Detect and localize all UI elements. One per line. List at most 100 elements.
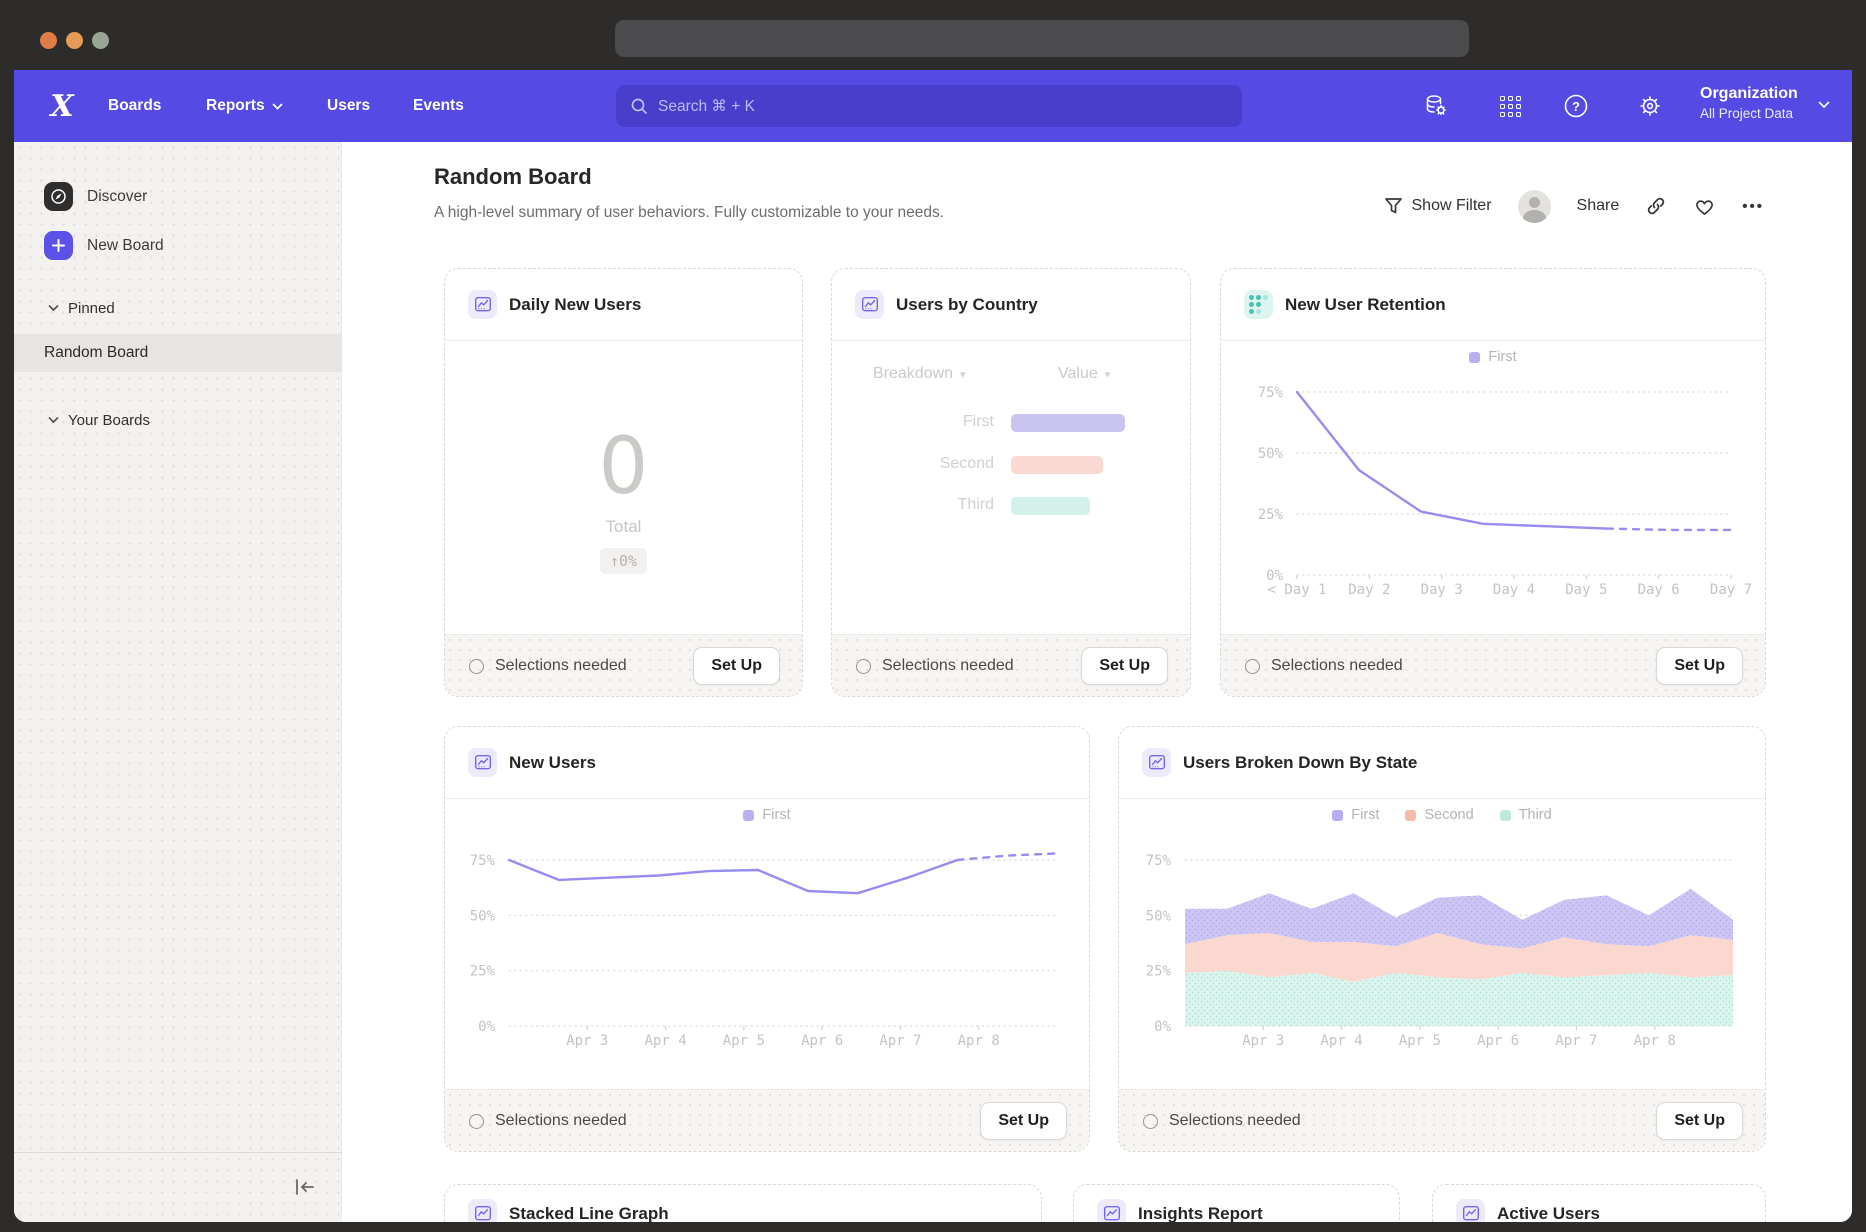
svg-text:< Day 1: < Day 1	[1267, 582, 1326, 598]
card-footer: Selections needed Set Up	[445, 1089, 1089, 1151]
share-label: Share	[1577, 197, 1620, 215]
svg-text:75%: 75%	[470, 853, 496, 869]
mixpanel-logo-icon[interactable]: X	[44, 87, 80, 125]
line-chart-svg: 75%50%25%0%< Day 1Day 2Day 3Day 4Day 5Da…	[1221, 341, 1765, 636]
nav-item-label: Boards	[108, 97, 161, 115]
traffic-light-close[interactable]	[40, 32, 57, 49]
status-circle-icon	[856, 659, 871, 674]
line-chart-icon	[1456, 1199, 1485, 1222]
card-active-users[interactable]: Active Users	[1432, 1184, 1766, 1222]
legend-swatch	[743, 810, 754, 821]
nav-item-boards[interactable]: Boards	[108, 70, 161, 142]
sidebar-item-new-board[interactable]: New Board	[44, 231, 164, 260]
traffic-light-minimize[interactable]	[66, 32, 83, 49]
chevron-down-icon	[48, 305, 59, 312]
sidebar-section-pinned[interactable]: Pinned	[48, 300, 115, 317]
show-filter-button[interactable]: Show Filter	[1384, 197, 1492, 215]
svg-text:?: ?	[1572, 99, 1580, 114]
traffic-light-zoom[interactable]	[92, 32, 109, 49]
svg-text:Day 5: Day 5	[1565, 582, 1607, 598]
card-users-by-country[interactable]: Users by Country Breakdown ▾ Value ▾ Fir…	[831, 268, 1191, 697]
svg-text:Apr 4: Apr 4	[644, 1033, 686, 1049]
card-footer: Selections needed Set Up	[445, 634, 802, 696]
card-new-user-retention[interactable]: New User Retention 75%50%25%0%< Day 1Day…	[1220, 268, 1766, 697]
bar-label: Second	[832, 455, 994, 473]
sidebar-item-label: Discover	[87, 188, 147, 206]
card-daily-new-users[interactable]: Daily New Users 0 Total ↑0% Selections n…	[444, 268, 803, 697]
nav-item-reports[interactable]: Reports	[206, 70, 283, 142]
breakdown-dropdown[interactable]: Breakdown ▾	[873, 365, 966, 383]
set-up-button[interactable]: Set Up	[980, 1102, 1067, 1140]
set-up-button[interactable]: Set Up	[1081, 647, 1168, 685]
svg-text:50%: 50%	[470, 908, 496, 924]
sidebar: Discover New Board Pinned Random Board Y…	[14, 142, 342, 1222]
help-icon[interactable]: ?	[1562, 92, 1590, 120]
sidebar-item-label: Random Board	[44, 344, 148, 362]
retention-chart: 75%50%25%0%< Day 1Day 2Day 3Day 4Day 5Da…	[1221, 341, 1765, 636]
card-title: New User Retention	[1285, 269, 1446, 340]
card-title: Daily New Users	[509, 269, 641, 340]
org-switcher[interactable]: Organization All Project Data	[1700, 83, 1830, 123]
divider	[832, 340, 1190, 341]
apps-grid-icon[interactable]	[1496, 92, 1524, 120]
line-chart-icon	[855, 290, 884, 319]
legend-swatch	[1332, 810, 1343, 821]
svg-text:25%: 25%	[1258, 507, 1284, 523]
card-title: Users by Country	[896, 269, 1038, 340]
retention-dots-icon	[1244, 290, 1273, 319]
nav-item-events[interactable]: Events	[413, 70, 464, 142]
bar	[1011, 414, 1125, 432]
favorite-heart-icon[interactable]	[1693, 196, 1716, 217]
svg-text:Apr 8: Apr 8	[958, 1033, 1000, 1049]
search-input[interactable]: Search ⌘ + K	[616, 85, 1242, 127]
top-navbar: X Boards Reports Users Events Search ⌘ +…	[14, 70, 1852, 142]
country-bar-row: Second	[832, 456, 1190, 474]
status-circle-icon	[469, 1114, 484, 1129]
svg-text:0%: 0%	[1154, 1019, 1171, 1035]
page-subtitle: A high-level summary of user behaviors. …	[434, 204, 944, 222]
card-new-users[interactable]: New Users 75%50%25%0%Apr 3Apr 4Apr 5Apr …	[444, 726, 1090, 1152]
app-window: X Boards Reports Users Events Search ⌘ +…	[14, 70, 1852, 1222]
status-circle-icon	[1245, 659, 1260, 674]
set-up-button[interactable]: Set Up	[693, 647, 780, 685]
status-label: Selections needed	[882, 657, 1014, 675]
sidebar-item-random-board[interactable]: Random Board	[14, 334, 342, 372]
line-chart-icon	[468, 748, 497, 777]
org-name: Organization	[1700, 83, 1830, 105]
copy-link-icon[interactable]	[1645, 195, 1667, 217]
svg-text:Apr 5: Apr 5	[1399, 1033, 1441, 1049]
set-up-button[interactable]: Set Up	[1656, 1102, 1743, 1140]
avatar[interactable]	[1518, 190, 1551, 223]
card-users-by-state[interactable]: Users Broken Down By State 75%50%25%0%Ap…	[1118, 726, 1766, 1152]
data-management-icon[interactable]	[1422, 92, 1450, 120]
sidebar-item-discover[interactable]: Discover	[44, 182, 147, 211]
settings-gear-icon[interactable]	[1636, 92, 1664, 120]
legend-label: Second	[1424, 807, 1473, 823]
svg-text:25%: 25%	[470, 964, 496, 980]
browser-url-bar[interactable]	[615, 20, 1469, 57]
card-insights-report[interactable]: Insights Report	[1073, 1184, 1400, 1222]
svg-text:Apr 5: Apr 5	[723, 1033, 765, 1049]
more-options-button[interactable]: •••	[1742, 198, 1764, 215]
status-label: Selections needed	[1271, 657, 1403, 675]
nav-item-users[interactable]: Users	[327, 70, 370, 142]
card-footer: Selections needed Set Up	[1221, 634, 1765, 696]
legend-label: First	[1488, 349, 1516, 365]
dropdown-label: Breakdown	[873, 365, 953, 383]
card-title: Stacked Line Graph	[509, 1185, 669, 1222]
legend-item: Second	[1405, 807, 1473, 823]
line-chart-svg: 75%50%25%0%Apr 3Apr 4Apr 5Apr 6Apr 7Apr …	[445, 799, 1089, 1091]
value-dropdown[interactable]: Value ▾	[1058, 365, 1110, 383]
sidebar-section-your-boards[interactable]: Your Boards	[48, 412, 150, 429]
legend-label: Third	[1519, 807, 1552, 823]
card-stacked-line-graph[interactable]: Stacked Line Graph	[444, 1184, 1042, 1222]
svg-text:Apr 6: Apr 6	[1477, 1033, 1519, 1049]
selections-needed-status: Selections needed	[856, 635, 1014, 697]
svg-text:Day 6: Day 6	[1638, 582, 1680, 598]
country-bar-list: FirstSecondThird	[832, 414, 1190, 534]
set-up-button[interactable]: Set Up	[1656, 647, 1743, 685]
share-button[interactable]: Share	[1577, 197, 1620, 215]
show-filter-label: Show Filter	[1412, 197, 1492, 215]
chart-legend: First	[1221, 349, 1765, 365]
sidebar-collapse-icon[interactable]	[292, 1176, 318, 1198]
